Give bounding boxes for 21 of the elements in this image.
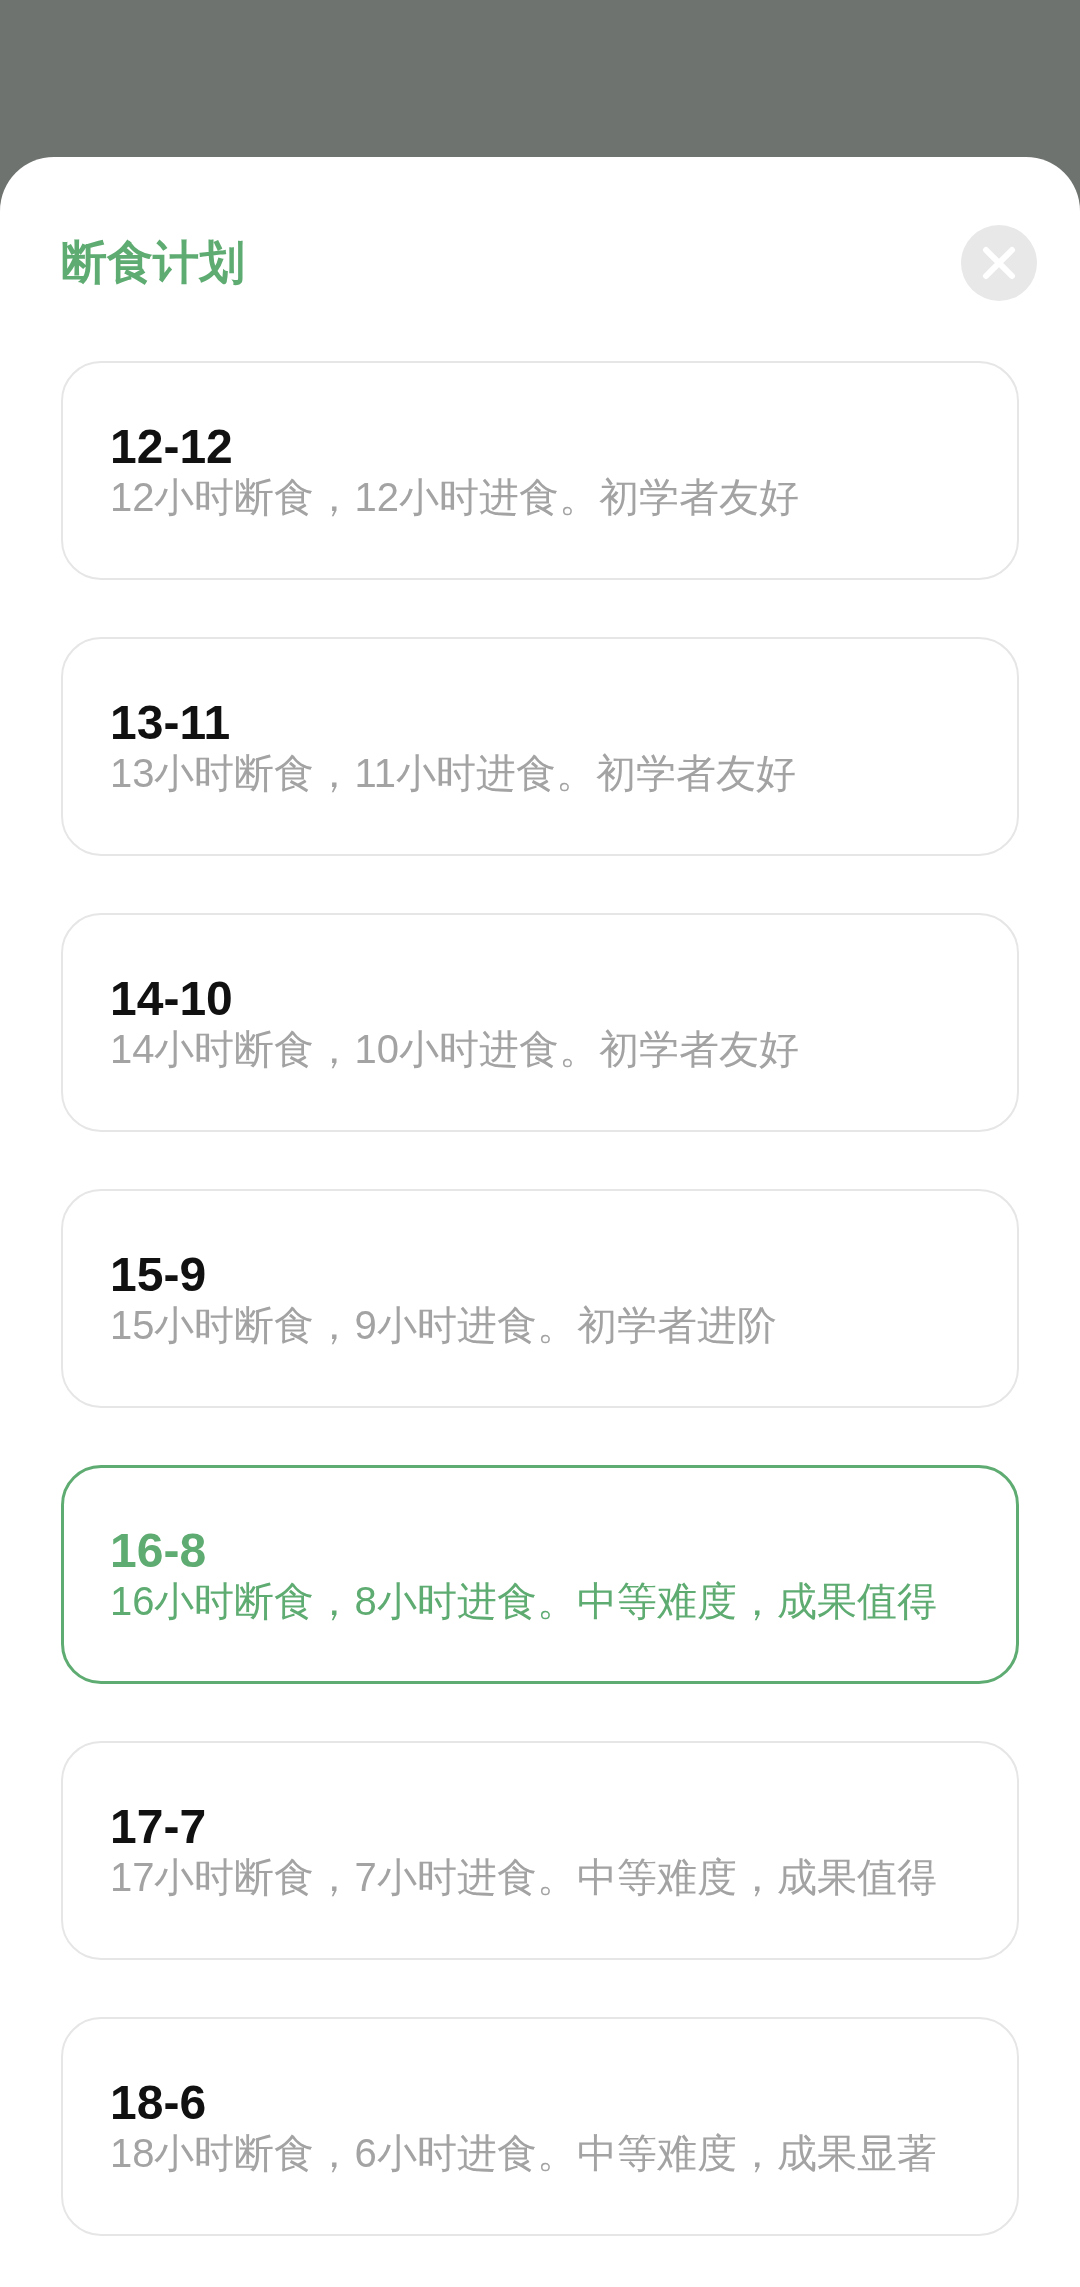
plan-card[interactable]: 17-7 17小时断食，7小时进食。中等难度，成果值得 <box>61 1741 1019 1960</box>
plan-card[interactable]: 14-10 14小时断食，10小时进食。初学者友好 <box>61 913 1019 1132</box>
plan-name: 18-6 <box>110 2076 207 2129</box>
plan-description: 16小时断食，8小时进食。中等难度，成果值得 <box>110 1577 937 1625</box>
plan-name: 12-12 <box>110 420 233 473</box>
plan-card[interactable]: 13-11 13小时断食，11小时进食。初学者友好 <box>61 637 1019 856</box>
plan-description: 17小时断食，7小时进食。中等难度，成果值得 <box>110 1853 937 1901</box>
plan-card[interactable]: 18-6 18小时断食，6小时进食。中等难度，成果显著 <box>61 2017 1019 2236</box>
plan-name: 16-8 <box>110 1524 207 1577</box>
plan-description: 14小时断食，10小时进食。初学者友好 <box>110 1025 799 1073</box>
plan-description: 12小时断食，12小时进食。初学者友好 <box>110 473 799 521</box>
plan-name: 15-9 <box>110 1248 207 1301</box>
plan-name: 13-11 <box>110 696 231 749</box>
sheet-title: 断食计划 <box>61 235 245 291</box>
plan-description: 18小时断食，6小时进食。中等难度，成果显著 <box>110 2129 937 2177</box>
plan-description: 15小时断食，9小时进食。初学者进阶 <box>110 1301 777 1349</box>
plan-description: 13小时断食，11小时进食。初学者友好 <box>110 749 796 797</box>
plan-name: 14-10 <box>110 972 233 1025</box>
plan-card[interactable]: 15-9 15小时断食，9小时进食。初学者进阶 <box>61 1189 1019 1408</box>
plan-name: 17-7 <box>110 1800 207 1853</box>
plan-card[interactable]: 12-12 12小时断食，12小时进食。初学者友好 <box>61 361 1019 580</box>
